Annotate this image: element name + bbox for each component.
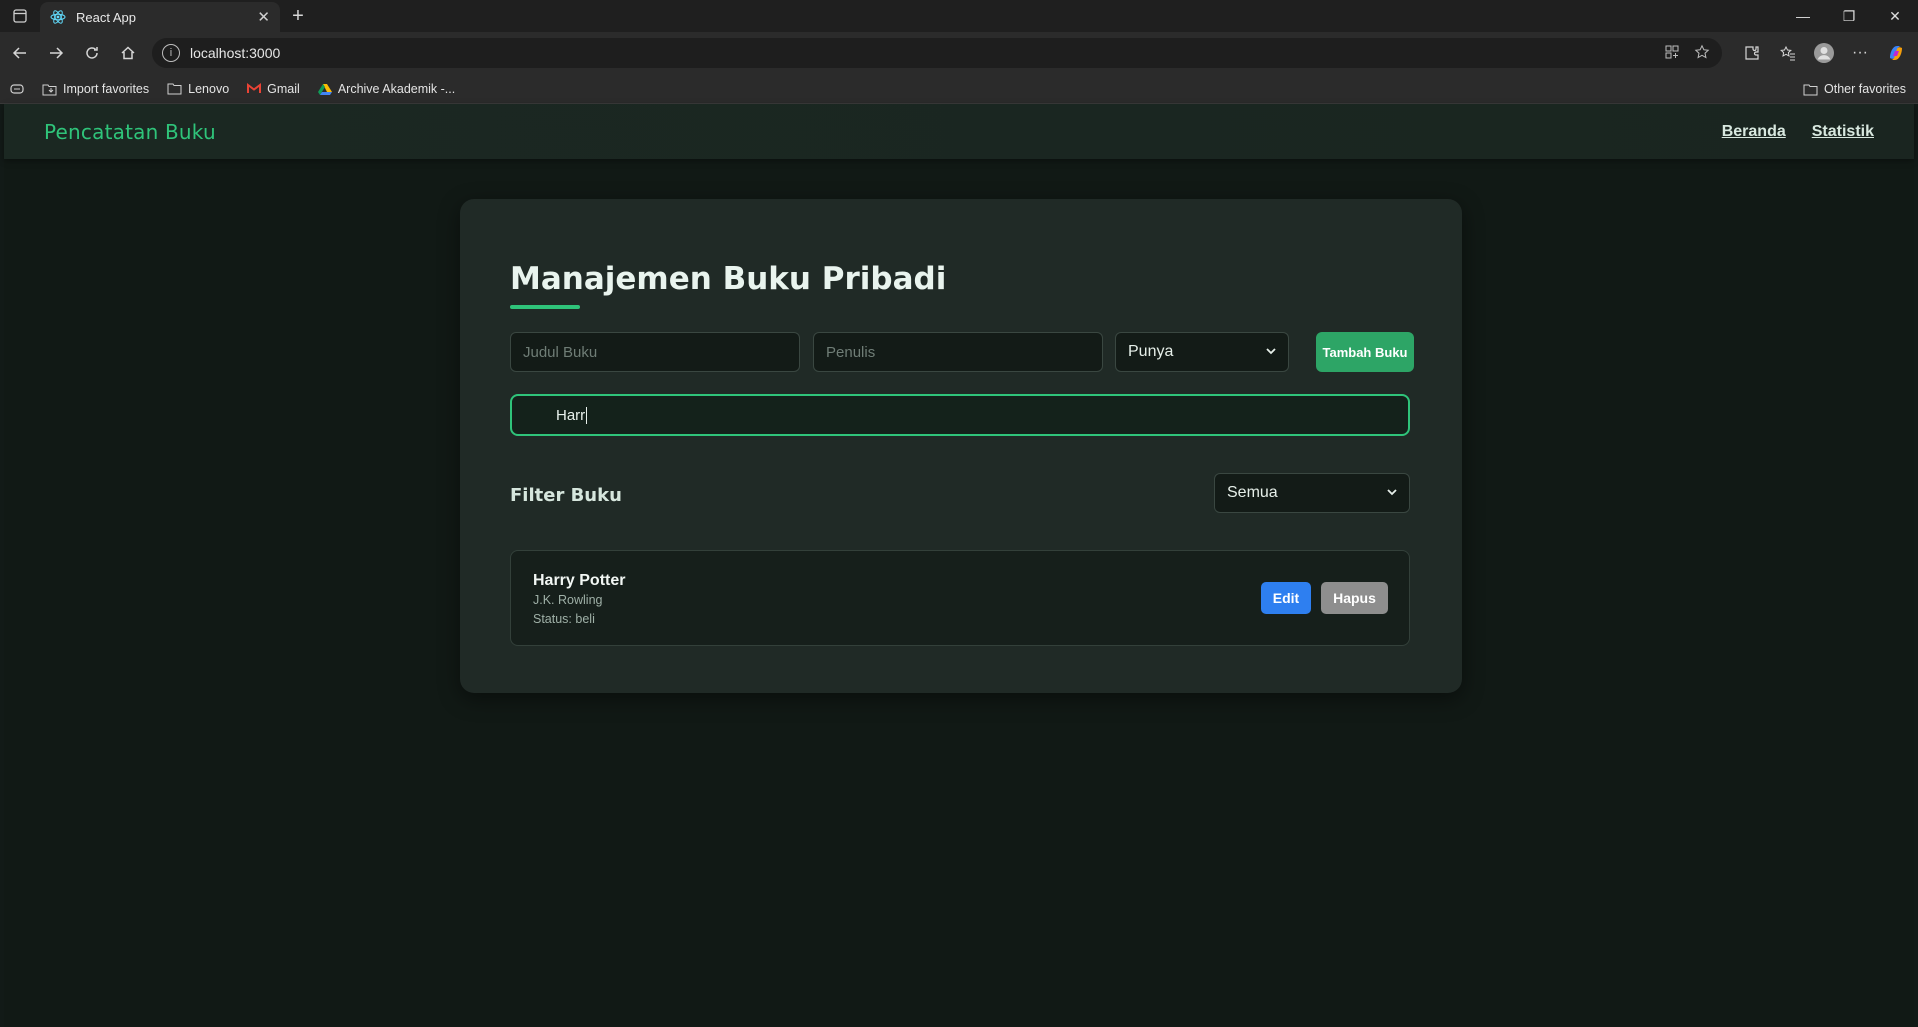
favorite-label: Lenovo (188, 81, 230, 96)
book-title-placeholder: Judul Buku (523, 343, 598, 361)
status-select[interactable]: Punya (1115, 332, 1289, 372)
browser-toolbar: i localhost:3000 (0, 32, 1918, 74)
folder-icon (1803, 83, 1818, 96)
favorites-bar-menu-icon[interactable] (10, 82, 24, 96)
book-title-input[interactable]: Judul Buku (510, 332, 800, 372)
favorites-icon[interactable] (1772, 37, 1804, 69)
nav-link-beranda[interactable]: Beranda (1722, 123, 1786, 141)
drive-icon (317, 83, 332, 95)
book-status: Status: beli (533, 612, 595, 626)
other-favorites[interactable]: Other favorites (1803, 82, 1906, 96)
favorite-archive-akademik[interactable]: Archive Akademik -... (317, 81, 456, 96)
more-menu-icon[interactable]: ··· (1844, 37, 1876, 69)
nav-link-statistik[interactable]: Statistik (1812, 123, 1874, 141)
reload-icon[interactable] (74, 37, 110, 69)
minimize-icon[interactable]: — (1780, 0, 1826, 32)
react-logo-icon (50, 10, 66, 24)
chevron-down-icon (1387, 487, 1397, 499)
author-placeholder: Penulis (826, 343, 876, 361)
extensions-icon[interactable] (1736, 37, 1768, 69)
status-selected-value: Punya (1128, 343, 1174, 360)
favorites-bar: Import favorites Lenovo Gmail Archive Ak… (0, 74, 1918, 104)
filter-title: Filter Buku (510, 485, 622, 506)
app-navbar: Pencatatan Buku Beranda Statistik (4, 104, 1914, 159)
favorite-label: Gmail (267, 81, 300, 96)
filter-select[interactable]: Semua (1214, 473, 1410, 513)
address-bar[interactable]: i localhost:3000 (152, 38, 1722, 68)
tab-title: React App (76, 9, 136, 25)
edit-button[interactable]: Edit (1261, 582, 1311, 614)
app-available-icon[interactable] (1664, 44, 1680, 63)
home-icon[interactable] (110, 37, 146, 69)
author-input[interactable]: Penulis (813, 332, 1103, 372)
close-window-icon[interactable]: ✕ (1872, 0, 1918, 32)
import-icon (42, 82, 57, 96)
close-tab-icon[interactable]: ✕ (257, 8, 270, 26)
tab-actions-icon[interactable] (0, 0, 40, 32)
book-author: J.K. Rowling (533, 593, 603, 607)
app-root: Pencatatan Buku Beranda Statistik Manaje… (4, 104, 1914, 1027)
delete-button[interactable]: Hapus (1321, 582, 1388, 614)
search-value: Harr (556, 406, 586, 424)
favorite-lenovo[interactable]: Lenovo (167, 82, 229, 96)
browser-tab-strip: React App ✕ + — ❐ ✕ (0, 0, 1918, 32)
new-tab-icon[interactable]: + (280, 0, 316, 32)
book-item: Harry Potter J.K. Rowling Status: beli E… (510, 550, 1410, 646)
back-icon[interactable] (2, 37, 38, 69)
gmail-icon (247, 83, 262, 94)
favorite-star-icon[interactable] (1694, 44, 1710, 63)
url-text: localhost:3000 (190, 45, 281, 61)
favorite-label: Import favorites (63, 81, 150, 96)
folder-icon (167, 82, 182, 95)
favorite-gmail[interactable]: Gmail (247, 82, 300, 96)
book-title: Harry Potter (533, 572, 626, 589)
other-favorites-label: Other favorites (1824, 82, 1906, 96)
browser-tab[interactable]: React App ✕ (40, 2, 280, 32)
page-title: Manajemen Buku Pribadi (510, 261, 947, 297)
search-input[interactable]: Harr (510, 394, 1410, 436)
forward-icon[interactable] (38, 37, 74, 69)
restore-icon[interactable]: ❐ (1826, 0, 1872, 32)
profile-avatar-icon[interactable] (1808, 37, 1840, 69)
book-management-card: Manajemen Buku Pribadi Judul Buku Penuli… (460, 199, 1462, 693)
title-underline (510, 305, 580, 309)
text-cursor (586, 406, 588, 424)
site-info-icon[interactable]: i (162, 44, 180, 62)
favorite-label: Archive Akademik -... (337, 81, 456, 96)
favorite-import[interactable]: Import favorites (42, 82, 149, 96)
chevron-down-icon (1266, 346, 1276, 358)
brand-title[interactable]: Pencatatan Buku (44, 120, 216, 144)
copilot-icon[interactable] (1880, 37, 1912, 69)
add-book-button[interactable]: Tambah Buku (1316, 332, 1414, 372)
filter-selected-value: Semua (1227, 484, 1278, 501)
